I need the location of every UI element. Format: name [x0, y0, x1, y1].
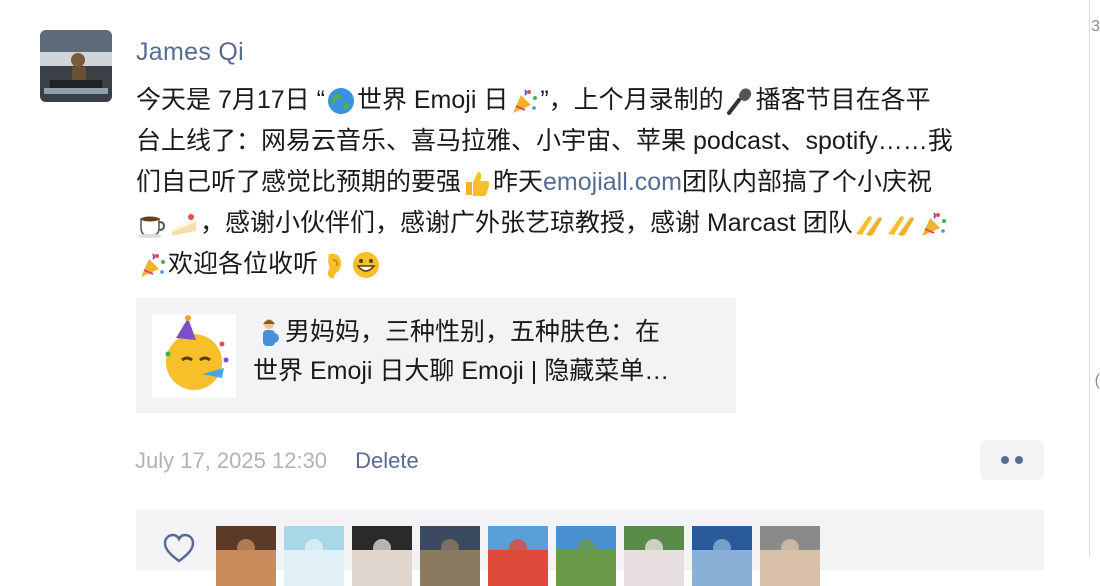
post-text-segment: ，感谢小伙伴们，感谢广外张艺琼教授，感谢 Marcast 团队	[200, 209, 853, 237]
likes-bar	[136, 510, 1044, 586]
post-text-line: 们自己听了感觉比预期的要强 昨天 emojiall.com 团队内部搞了个小庆祝	[136, 162, 1046, 203]
coffee-icon	[137, 209, 167, 239]
microphone-icon	[725, 86, 755, 116]
post-text-segment: 今天是 7月17日 “	[136, 86, 325, 114]
liker-avatar[interactable]	[352, 526, 412, 586]
globe-icon	[326, 86, 356, 116]
post-text-segment: 播客节目在各平	[755, 86, 931, 114]
party-popper-icon	[137, 250, 167, 280]
heart-outline-icon[interactable]	[162, 532, 196, 566]
ear-icon	[319, 250, 349, 280]
post-text-line: 今天是 7月17日 “ 世界 Emoji 日 ”，上个月录制的 播客节目在各平	[136, 80, 1046, 121]
liker-avatar[interactable]	[216, 526, 276, 586]
thumbs-up-icon	[462, 168, 492, 198]
liker-avatar[interactable]	[624, 526, 684, 586]
edge-fragment: (	[1094, 372, 1100, 389]
post-text-segment: 团队内部搞了个小庆祝	[681, 168, 932, 196]
party-popper-icon	[918, 209, 948, 239]
pray-icon	[886, 209, 916, 239]
liker-avatar[interactable]	[284, 526, 344, 586]
pray-icon	[854, 209, 884, 239]
more-dot	[1015, 456, 1023, 464]
liker-avatar[interactable]	[488, 526, 548, 586]
post-text-segment: 世界 Emoji 日	[356, 86, 509, 114]
post-author-name[interactable]: James Qi	[136, 38, 244, 67]
link-card-title: 男妈妈，三种性别，五种肤色：在 世界 Emoji 日大聊 Emoji | 隐藏菜…	[253, 313, 723, 391]
post-text-segment: 台上线了：网易云音乐、喜马拉雅、小宇宙、苹果 podcast、spotify………	[136, 127, 953, 155]
link-card-title-line1: 男妈妈，三种性别，五种肤色：在	[285, 318, 661, 346]
post-text-segment: 欢迎各位收听	[168, 250, 319, 278]
liker-avatar[interactable]	[420, 526, 480, 586]
cake-icon	[169, 209, 199, 239]
author-avatar[interactable]	[40, 30, 112, 102]
grin-icon	[351, 250, 381, 280]
post-text-line: ，感谢小伙伴们，感谢广外张艺琼教授，感谢 Marcast 团队	[136, 203, 1046, 244]
shared-link-card[interactable]: 男妈妈，三种性别，五种肤色：在 世界 Emoji 日大聊 Emoji | 隐藏菜…	[136, 298, 736, 413]
delete-button[interactable]: Delete	[355, 448, 419, 473]
more-options-button[interactable]	[980, 440, 1044, 480]
post-text-segment: 昨天	[493, 168, 544, 196]
post-text-segment: 们自己听了感觉比预期的要强	[136, 168, 462, 196]
more-dot	[1001, 456, 1009, 464]
link-card-title-line2: 世界 Emoji 日大聊 Emoji | 隐藏菜单…	[253, 357, 670, 385]
liker-avatar[interactable]	[692, 526, 752, 586]
liker-avatar[interactable]	[760, 526, 820, 586]
post-text: 今天是 7月17日 “ 世界 Emoji 日 ”，上个月录制的 播客节目在各平台上线了…	[136, 80, 1046, 285]
pregnant-man-icon	[254, 318, 284, 348]
party-popper-icon	[509, 86, 539, 116]
partying-face-icon	[152, 314, 236, 398]
liker-avatar[interactable]	[556, 526, 616, 586]
post-text-segment: ”，上个月录制的	[540, 86, 724, 114]
post-text-line: 欢迎各位收听	[136, 244, 1046, 285]
post-text-line: 台上线了：网易云音乐、喜马拉雅、小宇宙、苹果 podcast、spotify………	[136, 121, 1046, 162]
post-link[interactable]: emojiall.com	[543, 162, 682, 203]
post-meta: July 17, 2025 12:30 Delete	[135, 448, 419, 474]
post-timestamp: July 17, 2025 12:30	[135, 448, 328, 473]
adjacent-window-edge: 3 (	[1089, 0, 1100, 556]
edge-fragment: 3	[1091, 18, 1100, 35]
